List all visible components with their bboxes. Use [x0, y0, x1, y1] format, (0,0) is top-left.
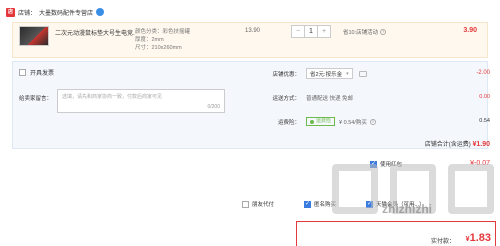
payment-amount: ¥1.83 — [466, 232, 491, 244]
member-label: 天猫会员（可用...） — [376, 202, 425, 208]
insurance-check-icon — [310, 119, 314, 124]
product-title-link[interactable]: 二次元动漫鼠标垫大号生电竞... — [55, 28, 135, 37]
comment-icon[interactable] — [358, 70, 367, 77]
invoice-checkbox[interactable] — [19, 69, 26, 76]
anonymous-buy-option[interactable]: 匿名购买 — [304, 200, 336, 208]
quantity-stepper: − 1 + — [291, 25, 331, 38]
qty-input[interactable]: 1 — [304, 26, 318, 37]
insurance-badge[interactable]: 运费险 — [306, 117, 336, 126]
product-prop-size: 尺寸：210x260mm — [135, 45, 182, 51]
unit-price: 13.90 — [245, 28, 261, 34]
member-checkbox[interactable] — [366, 200, 374, 208]
store-discount-select[interactable]: 省2元:按乐金 ▾ — [306, 68, 353, 79]
store-discount-row: 店铺优惠： 省2元:按乐金 ▾ — [248, 68, 367, 79]
store-header: 店 店铺： 大墨数码配件专营店 — [6, 6, 105, 18]
red-packet-row[interactable]: 使用红包 — [370, 160, 402, 168]
message-char-count: 0/200 — [207, 104, 220, 110]
shipping-label: 运送方式： — [272, 96, 300, 102]
store-logo-icon: 店 — [6, 7, 15, 17]
friend-pay-label: 朋友代付 — [252, 202, 275, 208]
red-packet-amount: ¥-0.07 — [470, 160, 490, 167]
payment-label: 实付款： — [430, 239, 455, 245]
product-properties: 颜色分类：彩色扶摇罐 厚度：2mm 尺寸：210x260mm — [135, 28, 190, 52]
chat-contact-icon[interactable] — [96, 8, 105, 16]
anonymous-buy-label: 匿名购买 — [314, 202, 337, 208]
insurance-price: ¥ 0.54/购买 — [339, 119, 367, 126]
promo-text: 省10:店铺活动 — [343, 30, 379, 36]
order-checks-row: 朋友代付 匿名购买 天猫会员（可用...） — [242, 200, 425, 208]
seller-message-placeholder: 选填，请先和商家协商一致，付款后商家可见 — [62, 94, 163, 100]
insurance-badge-text: 运费险 — [316, 118, 332, 124]
store-label: 店铺： — [18, 10, 37, 17]
order-item-row: 二次元动漫鼠标垫大号生电竞... 颜色分类：彩色扶摇罐 厚度：2mm 尺寸：21… — [12, 22, 488, 58]
insurance-help-icon[interactable]: ? — [369, 118, 376, 125]
friend-pay-option[interactable]: 朋友代付 — [242, 200, 274, 208]
store-discount-value: -2.00 — [476, 70, 490, 76]
red-packet-label: 使用红包 — [380, 162, 403, 168]
payment-summary: 实付款： ¥1.83 — [296, 221, 496, 246]
store-total-label: 店铺合计(含运费) — [424, 142, 471, 148]
store-total: 店铺合计(含运费) ¥1.90 — [425, 139, 490, 148]
store-discount-selected: 省2元:按乐金 — [310, 71, 343, 78]
store-discount-label: 店铺优惠： — [272, 71, 300, 78]
shipping-method: 普通配送 快递 免邮 — [306, 96, 354, 102]
shipping-row: 运送方式： 普通配送 快递 免邮 — [248, 94, 353, 102]
qty-decrease-button[interactable]: − — [292, 26, 304, 37]
chevron-down-icon: ▾ — [346, 70, 349, 77]
seller-message-textarea[interactable]: 选填，请先和商家协商一致，付款后商家可见 0/200 — [57, 89, 225, 113]
promo-info: 省10:店铺活动 ? — [343, 28, 387, 36]
product-prop-color: 颜色分类：彩色扶摇罐 — [135, 29, 191, 35]
red-packet-checkbox[interactable] — [370, 160, 377, 168]
qty-increase-button[interactable]: + — [318, 26, 330, 37]
item-subtotal: 3.90 — [463, 27, 477, 34]
product-thumbnail[interactable] — [19, 26, 49, 46]
insurance-row: 运费险： 运费险 ¥ 0.54/购买 ? — [248, 117, 376, 126]
anonymous-buy-checkbox[interactable] — [304, 200, 312, 208]
help-icon[interactable]: ? — [380, 29, 387, 35]
insurance-value: 0.54 — [479, 118, 490, 124]
watermark-glyph — [448, 164, 494, 214]
member-option[interactable]: 天猫会员（可用...） — [366, 200, 425, 208]
seller-message-label: 给卖家留言： — [19, 96, 53, 102]
store-total-value: ¥1.90 — [472, 141, 490, 148]
invoice-checkbox-row[interactable]: 开具发票 — [19, 68, 54, 77]
product-prop-thickness: 厚度：2mm — [135, 37, 164, 43]
insurance-label: 运费险： — [277, 119, 300, 126]
payment-value: 1.83 — [469, 232, 491, 244]
shipping-value: 0.00 — [479, 94, 490, 100]
store-name-link[interactable]: 大墨数码配件专营店 — [39, 8, 93, 17]
invoice-label: 开具发票 — [30, 71, 55, 77]
watermark: zhizhizhi — [312, 160, 500, 230]
friend-pay-checkbox[interactable] — [242, 200, 249, 208]
